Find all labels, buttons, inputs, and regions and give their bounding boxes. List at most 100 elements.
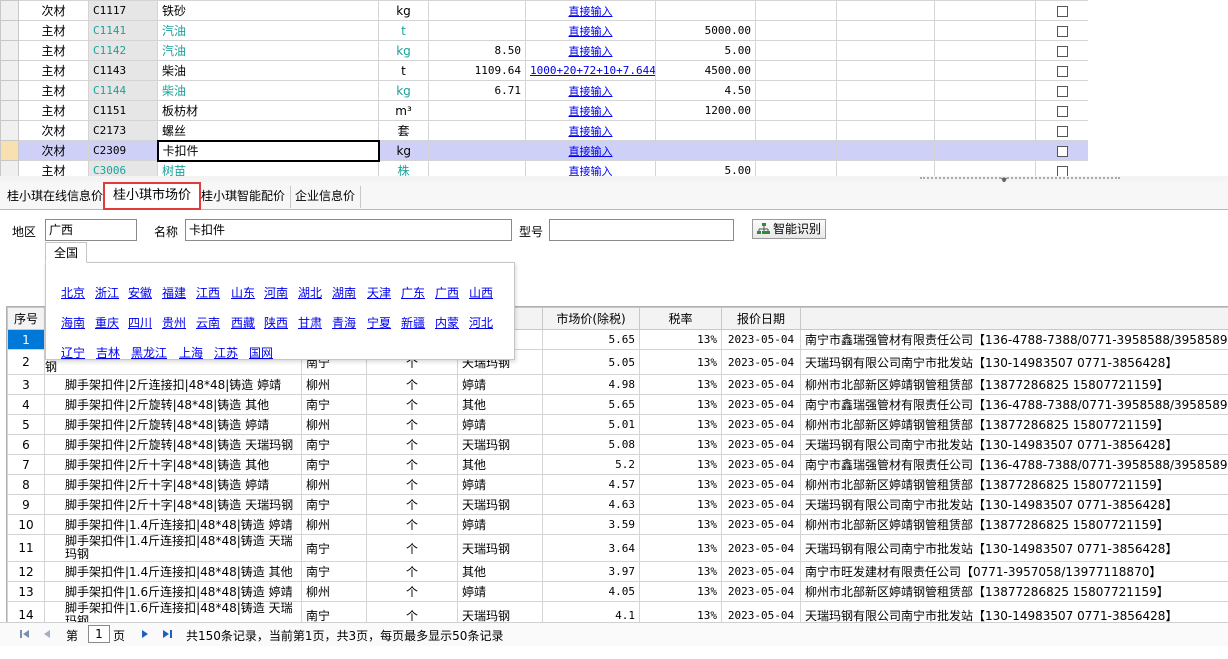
formula-link[interactable]: 直接输入	[569, 85, 613, 98]
tab-online-info-price[interactable]: 桂小琪在线信息价	[2, 186, 110, 208]
cell-date[interactable]: 2023-05-04	[721, 329, 801, 350]
cell-empty[interactable]	[836, 140, 935, 161]
cell-name[interactable]: 螺丝	[157, 120, 379, 141]
cell-date[interactable]: 2023-05-04	[721, 434, 801, 455]
cell-tax[interactable]: 13%	[639, 514, 722, 535]
province-link[interactable]: 湖南	[332, 284, 356, 301]
cell-date[interactable]: 2023-05-04	[721, 374, 801, 395]
cell-brand[interactable]: 其他	[457, 454, 543, 475]
cell-seq[interactable]: 6	[7, 434, 45, 455]
cell-checkbox[interactable]	[1035, 60, 1088, 81]
cell-quantity[interactable]: 1200.00	[655, 100, 756, 121]
cell-date[interactable]: 2023-05-04	[721, 414, 801, 435]
cell-seq[interactable]: 14	[7, 601, 45, 622]
region-popup-tab-national[interactable]: 全国	[45, 242, 87, 263]
cell-quantity[interactable]: 4.50	[655, 80, 756, 101]
cell-brand[interactable]: 天瑞玛钢	[457, 494, 543, 515]
cell-code[interactable]: C1144	[88, 80, 158, 101]
cell-price[interactable]: 5.2	[542, 454, 640, 475]
cell-unit[interactable]: 个	[366, 414, 458, 435]
cell-name[interactable]: 汽油	[157, 40, 379, 61]
material-row[interactable]: 主材 C1141 汽油 t 直接输入 5000.00	[0, 20, 1088, 41]
row-header[interactable]	[0, 140, 19, 161]
cell-unit[interactable]: 个	[366, 394, 458, 415]
cell-seq[interactable]: 3	[7, 374, 45, 395]
cell-unit[interactable]: 个	[366, 514, 458, 535]
material-row[interactable]: 主材 C1144 柴油 kg 6.71 直接输入 4.50	[0, 80, 1088, 101]
cell-price[interactable]: 4.98	[542, 374, 640, 395]
row-header[interactable]	[0, 0, 19, 21]
material-row[interactable]: 主材 C1151 板枋材 m³ 直接输入 1200.00	[0, 100, 1088, 121]
cell-seq[interactable]: 2	[7, 349, 45, 375]
province-link[interactable]: 海南	[61, 314, 85, 331]
cell-code[interactable]: C1117	[88, 0, 158, 21]
cell-price[interactable]: 5.65	[542, 394, 640, 415]
province-link[interactable]: 重庆	[95, 314, 119, 331]
cell-region[interactable]: 南宁	[301, 534, 367, 562]
price-row[interactable]: 14 脚手架扣件|1.6斤连接扣|48*48|铸造 天瑞玛钢 南宁个天瑞玛钢 4.1 1…	[7, 601, 1228, 622]
cell-checkbox[interactable]	[1035, 140, 1088, 161]
cell-region[interactable]: 南宁	[301, 494, 367, 515]
cell-date[interactable]: 2023-05-04	[721, 561, 801, 582]
province-link[interactable]: 宁夏	[367, 314, 391, 331]
cell-empty[interactable]	[934, 100, 1036, 121]
cell-supplier[interactable]: 柳州市北部新区婷靖钢管租赁部【13877286825 15807721159】	[800, 414, 1228, 435]
cell-formula[interactable]: 直接输入	[525, 0, 656, 21]
province-link[interactable]: 西藏	[231, 314, 255, 331]
cell-region[interactable]: 柳州	[301, 581, 367, 602]
cell-empty[interactable]	[934, 20, 1036, 41]
cell-price[interactable]: 4.1	[542, 601, 640, 622]
cell-price[interactable]: 5.08	[542, 434, 640, 455]
page-number-input[interactable]: 1	[88, 625, 110, 643]
cell-type[interactable]: 主材	[18, 40, 89, 61]
cell-price[interactable]: 5.05	[542, 349, 640, 375]
cell-tax[interactable]: 13%	[639, 581, 722, 602]
cell-date[interactable]: 2023-05-04	[721, 474, 801, 495]
cell-empty[interactable]	[755, 20, 837, 41]
cell-tax[interactable]: 13%	[639, 454, 722, 475]
cell-supplier[interactable]: 南宁市鑫瑞强管材有限责任公司【136-4788-7388/0771-395858…	[800, 394, 1228, 415]
cell-code[interactable]: C1151	[88, 100, 158, 121]
cell-price[interactable]: 4.05	[542, 581, 640, 602]
province-link[interactable]: 青海	[332, 314, 356, 331]
cell-tax[interactable]: 13%	[639, 601, 722, 622]
cell-empty[interactable]	[934, 60, 1036, 81]
cell-unit[interactable]: 个	[366, 601, 458, 622]
row-checkbox[interactable]	[1056, 125, 1068, 137]
price-row[interactable]: 12 脚手架扣件|1.4斤连接扣|48*48|铸造 其他 南宁个其他 3.97 13% 2…	[7, 561, 1228, 582]
cell-unit[interactable]: t	[378, 20, 429, 41]
cell-empty[interactable]	[755, 40, 837, 61]
cell-type[interactable]: 次材	[18, 140, 89, 161]
cell-brand[interactable]: 婷靖	[457, 514, 543, 535]
province-link[interactable]: 四川	[128, 314, 152, 331]
province-link[interactable]: 黑龙江	[131, 344, 167, 361]
cell-region[interactable]: 南宁	[301, 454, 367, 475]
cell-brand[interactable]: 婷靖	[457, 414, 543, 435]
cell-code[interactable]: C2173	[88, 120, 158, 141]
cell-price[interactable]: 4.57	[542, 474, 640, 495]
col-header-tax[interactable]: 税率	[639, 307, 722, 330]
cell-supplier[interactable]: 天瑞玛钢有限公司南宁市批发站【130-14983507 0771-3856428…	[800, 601, 1228, 622]
cell-empty[interactable]	[755, 120, 837, 141]
cell-price[interactable]: 5.01	[542, 414, 640, 435]
cell-date[interactable]: 2023-05-04	[721, 394, 801, 415]
province-link[interactable]: 甘肃	[298, 314, 322, 331]
cell-name[interactable]: 脚手架扣件|2斤旋转|48*48|铸造 婷靖	[44, 414, 302, 435]
price-row[interactable]: 6 脚手架扣件|2斤旋转|48*48|铸造 天瑞玛钢 南宁个天瑞玛钢 5.08 13% 2…	[7, 434, 1228, 455]
province-link[interactable]: 国网	[249, 344, 273, 361]
cell-price[interactable]	[428, 140, 526, 161]
row-checkbox[interactable]	[1056, 145, 1068, 157]
cell-region[interactable]: 南宁	[301, 601, 367, 622]
cell-unit[interactable]: 个	[366, 374, 458, 395]
cell-formula[interactable]: 直接输入	[525, 20, 656, 41]
cell-checkbox[interactable]	[1035, 20, 1088, 41]
cell-formula[interactable]: 直接输入	[525, 140, 656, 161]
province-link[interactable]: 陕西	[264, 314, 288, 331]
cell-brand[interactable]: 其他	[457, 561, 543, 582]
price-row[interactable]: 10 脚手架扣件|1.4斤连接扣|48*48|铸造 婷靖 柳州个婷靖 3.59 13% 2…	[7, 514, 1228, 535]
tab-market-price[interactable]: 桂小琪市场价	[103, 182, 202, 210]
name-input[interactable]: 卡扣件	[185, 219, 512, 241]
row-checkbox[interactable]	[1056, 165, 1068, 177]
cell-empty[interactable]	[934, 0, 1036, 21]
cell-tax[interactable]: 13%	[639, 374, 722, 395]
